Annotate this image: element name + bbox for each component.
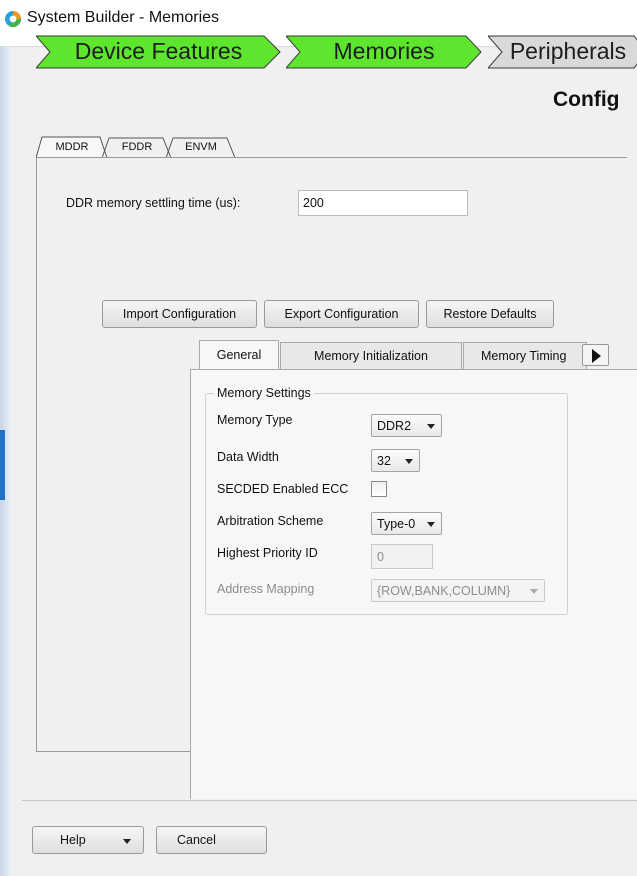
footer-divider	[22, 800, 637, 801]
left-window-edge	[0, 0, 10, 876]
settling-time-input[interactable]: 200	[298, 190, 468, 216]
highest-priority-input[interactable]: 0	[371, 544, 433, 569]
arbitration-scheme-select[interactable]: Type-0	[371, 512, 442, 535]
tab-label: FDDR	[121, 141, 153, 153]
chevron-down-icon	[405, 459, 413, 464]
arbitration-scheme-value: Type-0	[377, 517, 416, 531]
secded-label: SECDED Enabled ECC	[217, 482, 349, 496]
data-width-value: 32	[377, 454, 391, 468]
chevron-down-icon	[530, 589, 538, 594]
app-logo-icon	[5, 11, 22, 28]
help-button[interactable]: Help	[32, 826, 144, 854]
secded-checkbox[interactable]	[371, 481, 387, 497]
tab-general[interactable]: General	[199, 340, 279, 369]
window-title: System Builder - Memories	[27, 9, 220, 26]
memory-type-value: DDR2	[377, 419, 412, 433]
tab-label: MDDR	[55, 141, 89, 153]
tab-envm[interactable]: ENVM	[166, 136, 236, 158]
memory-settings-title: Memory Settings	[214, 386, 314, 400]
tab-fddr[interactable]: FDDR	[102, 136, 172, 158]
export-configuration-button[interactable]: Export Configuration	[264, 300, 419, 328]
step-device-features[interactable]: Device Features	[36, 35, 281, 69]
settling-time-label: DDR memory settling time (us):	[66, 196, 241, 210]
memory-type-select[interactable]: DDR2	[371, 414, 442, 437]
data-width-select[interactable]: 32	[371, 449, 420, 472]
address-mapping-label: Address Mapping	[217, 582, 315, 596]
tab-memory-timing[interactable]: Memory Timing	[463, 342, 587, 369]
step-peripherals[interactable]: Peripherals	[488, 35, 637, 69]
chevron-down-icon	[427, 424, 435, 429]
tab-mddr[interactable]: MDDR	[36, 136, 108, 158]
chevron-down-icon	[123, 839, 131, 844]
left-edge-mark	[0, 430, 5, 500]
step-label: Device Features	[74, 38, 243, 64]
data-width-label: Data Width	[217, 450, 279, 464]
tab-memory-initialization[interactable]: Memory Initialization	[280, 342, 462, 369]
highest-priority-label: Highest Priority ID	[217, 546, 318, 560]
cancel-button[interactable]: Cancel	[156, 826, 267, 854]
step-memories[interactable]: Memories	[286, 35, 482, 69]
memory-type-label: Memory Type	[217, 413, 293, 427]
address-mapping-value: {ROW,BANK,COLUMN}	[377, 584, 511, 598]
arbitration-scheme-label: Arbitration Scheme	[217, 514, 324, 528]
import-configuration-button[interactable]: Import Configuration	[102, 300, 257, 328]
tab-label: ENVM	[185, 141, 217, 153]
step-label: Peripherals	[509, 38, 627, 64]
step-label: Memories	[333, 38, 435, 64]
help-button-label: Help	[60, 833, 86, 847]
tab-scroll-right-icon[interactable]	[582, 344, 609, 366]
address-mapping-select[interactable]: {ROW,BANK,COLUMN}	[371, 579, 545, 602]
chevron-down-icon	[427, 522, 435, 527]
restore-defaults-button[interactable]: Restore Defaults	[426, 300, 554, 328]
page-heading: Config	[553, 88, 620, 111]
